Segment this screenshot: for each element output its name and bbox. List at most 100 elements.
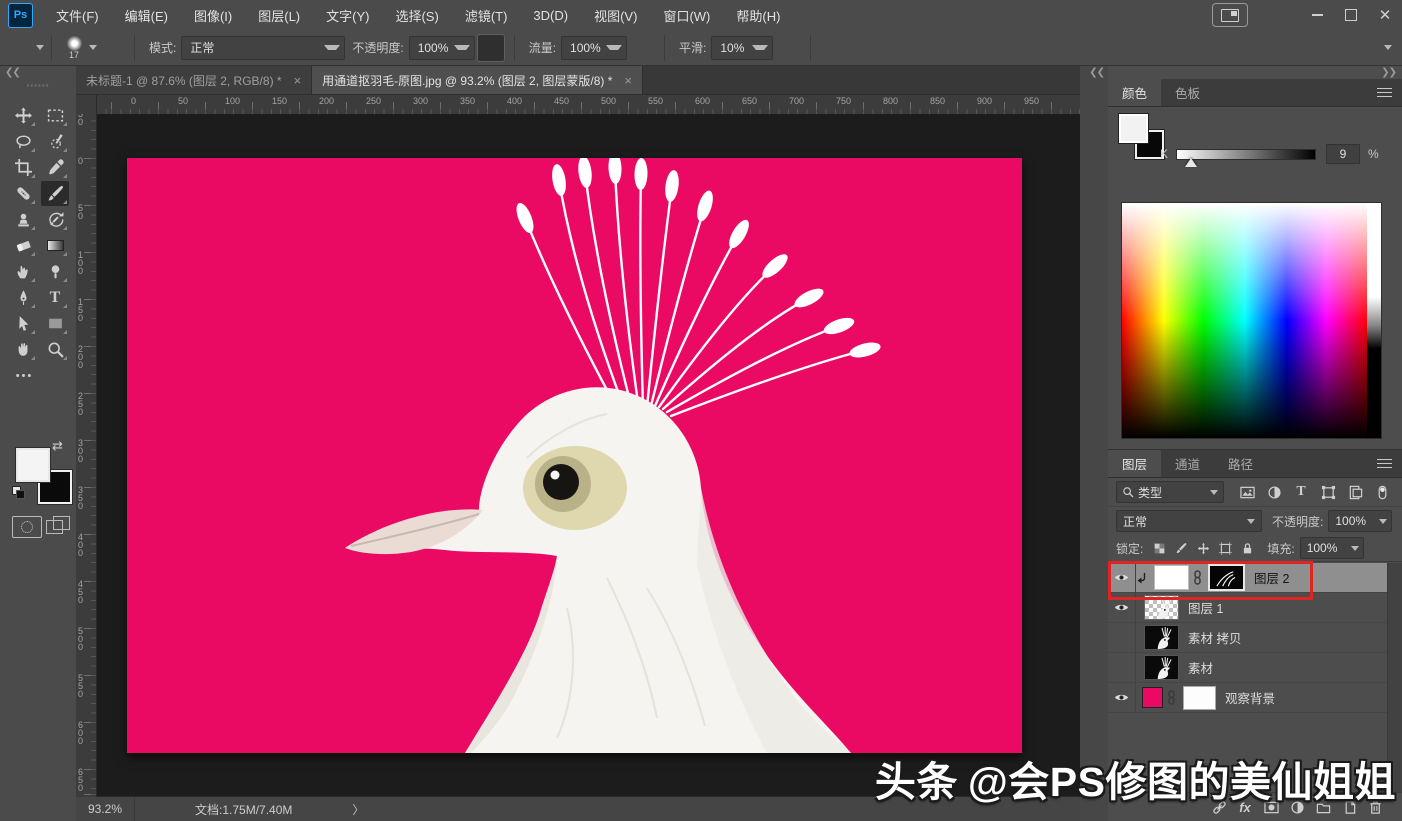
color-spectrum-picker[interactable]	[1121, 202, 1369, 439]
more-tools[interactable]	[9, 363, 37, 388]
collapse-toolbar-icon[interactable]: ❮❮	[5, 67, 20, 78]
color-panel-tab[interactable]: 色板	[1161, 79, 1214, 106]
eraser-tool[interactable]	[9, 233, 37, 258]
menu-item-V[interactable]: 视图(V)	[581, 0, 650, 30]
canvas-image[interactable]	[127, 158, 1022, 753]
type-tool[interactable]: T	[41, 285, 69, 310]
delete-layer-icon[interactable]	[1362, 796, 1388, 818]
pixel-layer-filter-icon[interactable]	[1235, 482, 1259, 502]
brush-pressure-size-icon[interactable]	[820, 35, 846, 61]
adjustment-layer-filter-icon[interactable]	[1262, 482, 1286, 502]
k-slider[interactable]	[1176, 149, 1316, 160]
layer-row[interactable]: 图层 2	[1108, 563, 1388, 593]
link-layers-icon[interactable]	[1206, 796, 1232, 818]
document-tab[interactable]: 用通道抠羽毛-原图.jpg @ 93.2% (图层 2, 图层蒙版/8) *×	[312, 66, 643, 94]
brush-size-preview[interactable]: 17	[61, 36, 87, 59]
layer-opacity-select[interactable]: 100%	[1328, 510, 1392, 532]
lasso-tool[interactable]	[9, 129, 37, 154]
layer-filter-select[interactable]: 类型	[1116, 481, 1224, 503]
status-options-chevron[interactable]: 〉	[352, 801, 364, 818]
adjustment-icon[interactable]	[1284, 796, 1310, 818]
toolbar-grip[interactable]: ▪▪▪▪▪▪	[26, 81, 49, 90]
layer-visibility-toggle[interactable]	[1108, 683, 1136, 712]
layer-thumbnail[interactable]	[1144, 625, 1179, 650]
layer-row[interactable]: 素材	[1108, 653, 1388, 683]
layer-thumbnail[interactable]	[1154, 565, 1189, 590]
screen-mode-button[interactable]	[46, 516, 70, 536]
filter-toggle-switch[interactable]	[1370, 482, 1394, 502]
move-tool[interactable]	[9, 103, 37, 128]
brush-tool[interactable]	[41, 181, 69, 206]
new-layer-icon[interactable]	[1336, 796, 1362, 818]
gradient-tool[interactable]	[41, 233, 69, 258]
layer-name[interactable]: 图层 2	[1254, 568, 1289, 587]
search-icon[interactable]	[1326, 35, 1352, 61]
layer-visibility-toggle[interactable]	[1108, 593, 1136, 622]
layers-panel-tab[interactable]: 通道	[1161, 450, 1214, 477]
smart-object-filter-icon[interactable]	[1343, 482, 1367, 502]
layer-name[interactable]: 图层 1	[1188, 598, 1223, 617]
layer-name[interactable]: 素材	[1188, 658, 1213, 677]
layer-blend-mode-select[interactable]: 正常	[1116, 510, 1262, 532]
layer-row[interactable]: 素材 拷贝	[1108, 623, 1388, 653]
menu-item-H[interactable]: 帮助(H)	[723, 0, 793, 30]
layers-panel-tab[interactable]: 图层	[1108, 450, 1161, 477]
close-button[interactable]: ✕	[1368, 2, 1402, 28]
swap-colors-icon[interactable]: ⇄	[52, 438, 63, 454]
layer-thumbnail[interactable]	[1144, 655, 1179, 680]
lock-all-icon[interactable]	[1237, 539, 1257, 557]
hand-tool[interactable]	[9, 337, 37, 362]
crop-tool[interactable]	[9, 155, 37, 180]
shape-tool[interactable]	[41, 311, 69, 336]
k-slider-thumb[interactable]	[1185, 158, 1197, 167]
history-brush-tool[interactable]	[41, 207, 69, 232]
minimize-button[interactable]	[1300, 2, 1334, 28]
path-select-tool[interactable]	[9, 311, 37, 336]
layers-scrollbar[interactable]	[1387, 563, 1402, 793]
pen-tool[interactable]	[9, 285, 37, 310]
menu-item-S[interactable]: 选择(S)	[382, 0, 451, 30]
layers-panel-tab[interactable]: 路径	[1214, 450, 1267, 477]
shape-layer-filter-icon[interactable]	[1316, 482, 1340, 502]
marquee-tool[interactable]	[41, 103, 69, 128]
spot-healing-tool[interactable]	[9, 181, 37, 206]
lock-transparency-icon[interactable]	[1149, 539, 1169, 557]
document-tab[interactable]: 未标题-1 @ 87.6% (图层 2, RGB/8) *×	[76, 66, 312, 94]
layer-fill-select[interactable]: 100%	[1300, 537, 1364, 559]
zoom-level-field[interactable]: 93.2%	[76, 797, 135, 821]
layer-visibility-toggle[interactable]	[1108, 623, 1136, 652]
flow-select[interactable]: 100%	[561, 36, 627, 60]
dodge-tool[interactable]	[41, 259, 69, 284]
quick-select-tool[interactable]	[41, 129, 69, 154]
layer-visibility-toggle[interactable]	[1108, 563, 1136, 592]
add-mask-icon[interactable]	[1258, 796, 1284, 818]
smoothing-select[interactable]: 10%	[711, 36, 773, 60]
zoom-tool[interactable]	[41, 337, 69, 362]
clone-stamp-tool[interactable]	[9, 207, 37, 232]
quick-mask-button[interactable]	[12, 516, 42, 538]
menu-item-L[interactable]: 图层(L)	[245, 0, 313, 30]
layer-mask-thumbnail[interactable]	[1183, 686, 1216, 710]
toggle-brush-panel-icon[interactable]	[99, 35, 125, 61]
smoothing-gear-icon[interactable]	[775, 35, 801, 61]
chevron-down-icon[interactable]	[89, 45, 97, 50]
eyedropper-tool[interactable]	[41, 155, 69, 180]
close-tab-icon[interactable]: ×	[294, 73, 302, 88]
panel-menu-icon[interactable]	[1377, 456, 1392, 470]
airbrush-opacity-pressure-icon[interactable]	[477, 34, 505, 62]
layer-row[interactable]: 图层 1	[1108, 593, 1388, 623]
panel-menu-icon[interactable]	[1377, 85, 1392, 99]
close-tab-icon[interactable]: ×	[624, 73, 632, 88]
layer-name[interactable]: 素材 拷贝	[1188, 628, 1241, 647]
lock-position-icon[interactable]	[1193, 539, 1213, 557]
blend-mode-select[interactable]: 正常	[181, 36, 345, 60]
opacity-select[interactable]: 100%	[409, 36, 475, 60]
chevron-down-icon[interactable]	[1384, 45, 1392, 50]
default-colors-icon[interactable]	[12, 486, 25, 499]
layer-name[interactable]: 观察背景	[1225, 688, 1275, 707]
layer-visibility-toggle[interactable]	[1108, 653, 1136, 682]
menu-item-W[interactable]: 窗口(W)	[650, 0, 723, 30]
color-panel-tab[interactable]: 颜色	[1108, 79, 1161, 106]
layer-mask-thumbnail[interactable]	[1208, 564, 1245, 591]
type-layer-filter-icon[interactable]: T	[1289, 482, 1313, 502]
